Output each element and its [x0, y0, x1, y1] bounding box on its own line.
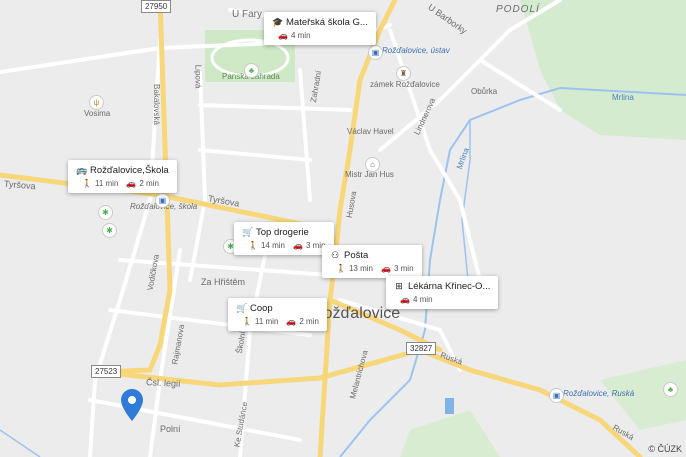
drive-time: 3 min [393, 264, 414, 273]
castle-icon[interactable]: ♜ [396, 66, 411, 81]
walk-time: 14 min [260, 241, 285, 250]
park-icon-2[interactable]: ♣ [663, 382, 678, 397]
bus-stop-icon-3[interactable]: ▣ [155, 193, 170, 208]
walk-icon: 🚶 [82, 179, 92, 188]
street-label-cs-legii: Čsl. legií [145, 377, 181, 389]
river-west [0, 429, 41, 457]
drive-time: 2 min [139, 179, 159, 188]
walk-time: 13 min [348, 264, 373, 273]
place-label-vosima: Vosima [84, 109, 111, 118]
poi-title: Pošta [344, 250, 369, 261]
poi-title: Lékárna Křinec-O... [408, 281, 491, 292]
drive-time: 4 min [412, 295, 433, 304]
green-area-east [520, 0, 686, 140]
park-icon[interactable]: ♣ [244, 63, 259, 78]
street-label-u-fary: U Fary [232, 9, 262, 20]
street-label-lipova: Lipová [193, 64, 203, 89]
place-label-zamek: zámek Rožďalovice [370, 80, 440, 89]
place-label-vaclav-havel: Václav Havel [347, 127, 394, 136]
bus-stop-icon-2[interactable]: ▣ [549, 388, 564, 403]
copyright-text: © ČÚZK [648, 444, 682, 454]
walk-time: 11 min [254, 317, 279, 326]
poi-title: Coop [250, 303, 273, 314]
car-icon: 🚗 [380, 264, 391, 273]
car-icon: 🚗 [278, 31, 288, 40]
street-label-bakalovska: Bakalovská [151, 84, 161, 125]
place-label-podoli: PODOLÍ [496, 4, 540, 15]
poi-title: Top drogerie [256, 227, 309, 238]
street-label-za-hristem: Za Hřištěm [201, 277, 246, 287]
post-icon: ⚇ [330, 250, 340, 260]
bus-icon: 🚌 [76, 165, 88, 175]
poi-card-lekarna[interactable]: ⊞ Lékárna Křinec-O... 🚗 4 min [386, 276, 499, 309]
walk-time: 11 min [94, 179, 119, 188]
landmark-icon[interactable]: ⌂ [365, 157, 380, 172]
car-icon: 🚗 [126, 179, 137, 188]
drive-time: 4 min [290, 31, 311, 40]
cart-icon: 🛒 [236, 303, 248, 313]
pond [445, 398, 454, 414]
sports-icon-2[interactable]: ✱ [102, 223, 117, 238]
poi-card-materska-skola[interactable]: 🎓 Mateřská škola G... 🚗 4 min [264, 12, 376, 45]
car-icon: 🚗 [286, 317, 297, 326]
restaurant-icon[interactable]: ψ [89, 95, 104, 110]
poi-card-drogerie[interactable]: 🛒 Top drogerie 🚶 14 min 🚗 3 min [234, 222, 334, 255]
place-label-rozdalovice-ruska: Rožďalovice, Ruská [563, 389, 635, 398]
school-icon: 🎓 [272, 17, 284, 27]
walk-icon: 🚶 [242, 317, 252, 326]
poi-title: Mateřská škola G... [286, 17, 368, 28]
road-number-32827: 32827 [406, 342, 437, 355]
green-area-south [400, 410, 500, 457]
drive-time: 2 min [299, 317, 319, 326]
street-label-polni: Polní [160, 424, 181, 434]
road-number-27523: 27523 [91, 365, 122, 378]
poi-card-skola[interactable]: 🚌 Rožďalovice,Škola 🚶 11 min 🚗 2 min [68, 160, 177, 193]
river-label-mrlina-top: Mrlina [612, 93, 634, 102]
place-label-oburka: Obůrka [471, 87, 498, 96]
bus-stop-icon[interactable]: ▣ [368, 45, 383, 60]
poi-card-coop[interactable]: 🛒 Coop 🚶 11 min 🚗 2 min [228, 298, 327, 331]
road-number-27950: 27950 [141, 0, 172, 13]
pharmacy-icon: ⊞ [395, 281, 403, 291]
place-label-rozdalovice-ustav: Rožďalovice, ústav [382, 46, 450, 55]
poi-card-posta[interactable]: ⚇ Pošta 🚶 13 min 🚗 3 min [322, 245, 422, 278]
location-pin-icon[interactable] [121, 389, 143, 421]
car-icon: 🚗 [292, 241, 303, 250]
walk-icon: 🚶 [336, 264, 346, 273]
sports-icon[interactable]: ✱ [98, 205, 113, 220]
poi-title: Rožďalovice,Škola [90, 165, 169, 176]
walk-icon: 🚶 [248, 241, 258, 250]
cart-icon: 🛒 [242, 227, 254, 237]
car-icon: 🚗 [400, 295, 410, 304]
